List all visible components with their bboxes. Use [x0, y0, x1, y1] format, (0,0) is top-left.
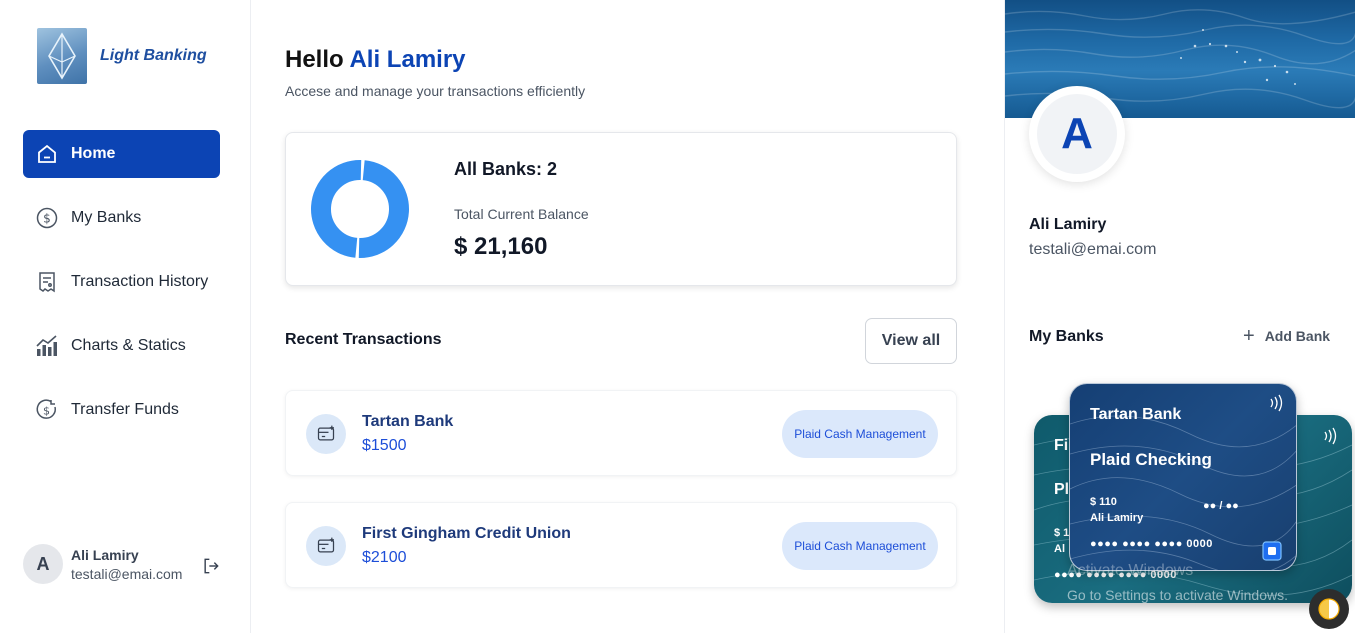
theme-toggle-button[interactable]: [1309, 589, 1349, 629]
transaction-bank-name: Tartan Bank: [362, 413, 454, 430]
profile-email: testali@emai.com: [1029, 241, 1157, 258]
transaction-amount: $2100: [362, 549, 407, 566]
card-balance: $ 110: [1090, 496, 1117, 508]
contactless-icon: [1270, 394, 1283, 412]
windows-watermark-title: Activate Windows: [1067, 562, 1194, 579]
svg-text:$: $: [43, 212, 51, 226]
transaction-row[interactable]: First Gingham Credit Union $2100 Plaid C…: [285, 502, 957, 588]
recent-transactions-title: Recent Transactions: [285, 331, 442, 348]
sidebar-item-label: Transfer Funds: [71, 401, 179, 418]
greeting-word: Hello: [285, 46, 344, 73]
dollar-circle-icon: $: [35, 206, 59, 230]
sidebar-item-label: My Banks: [71, 209, 142, 226]
transaction-amount: $1500: [362, 437, 407, 454]
balance-value: $ 21,160: [454, 233, 548, 260]
transaction-category-badge: Plaid Cash Management: [782, 410, 938, 458]
card-number: ●●●● ●●●● ●●●● 0000: [1090, 538, 1213, 550]
card-transaction-icon: [306, 414, 346, 454]
transfer-icon: $: [35, 398, 59, 422]
donut-slice-1: [311, 160, 362, 258]
home-icon: [35, 142, 59, 166]
svg-text:$: $: [43, 405, 50, 418]
balance-donut-chart: [311, 160, 409, 258]
profile-name: Ali Lamiry: [1029, 216, 1107, 233]
card-chip-icon: [1262, 541, 1282, 561]
card-holder: Ali Lamiry: [1090, 512, 1144, 524]
card-expiry: ●● / ●●: [1203, 500, 1239, 512]
greeting-user-name: Ali Lamiry: [349, 46, 466, 73]
back-card-bank: Fi: [1054, 437, 1069, 454]
sidebar: Light Banking Home $ My Banks Transactio…: [0, 0, 251, 633]
sidebar-item-charts[interactable]: Charts & Statics: [23, 322, 220, 370]
transaction-bank-name: First Gingham Credit Union: [362, 525, 571, 542]
sidebar-item-home[interactable]: Home: [23, 130, 220, 178]
sidebar-item-my-banks[interactable]: $ My Banks: [23, 194, 220, 242]
sidebar-item-label: Transaction History: [71, 273, 209, 290]
my-banks-title: My Banks: [1029, 328, 1104, 345]
plus-icon: +: [1243, 325, 1255, 347]
banks-count: All Banks: 2: [454, 159, 558, 179]
sidebar-item-label: Charts & Statics: [71, 337, 186, 354]
brand[interactable]: Light Banking: [37, 28, 207, 84]
brand-logo-icon: [37, 28, 87, 84]
main-content: Hello Ali Lamiry Accese and manage your …: [252, 0, 1004, 633]
total-balance-card: All Banks: 2 Total Current Balance $ 21,…: [285, 132, 957, 286]
page-title: Hello Ali Lamiry: [285, 46, 466, 74]
profile-panel: A Ali Lamiry testali@emai.com My Banks +…: [1004, 0, 1355, 633]
add-bank-button[interactable]: + Add Bank: [1243, 325, 1331, 347]
transaction-row[interactable]: Tartan Bank $1500 Plaid Cash Management: [285, 390, 957, 476]
transaction-category-badge: Plaid Cash Management: [782, 522, 938, 570]
back-card-balance: $ 1: [1054, 527, 1070, 539]
back-card-account: Pl: [1054, 481, 1070, 498]
add-bank-label: Add Bank: [1264, 328, 1331, 344]
sidebar-nav: Home $ My Banks Transaction History Char…: [23, 130, 220, 450]
sidebar-user-email: testali@emai.com: [71, 565, 183, 582]
card-transaction-icon: [306, 526, 346, 566]
bank-card-front[interactable]: Tartan Bank Plaid Checking $ 110 Ali Lam…: [1069, 383, 1297, 571]
sidebar-user: A Ali Lamiry testali@emai.com: [23, 544, 233, 584]
sidebar-user-name: Ali Lamiry: [71, 546, 139, 563]
windows-watermark-text: Go to Settings to activate Windows.: [1067, 587, 1288, 603]
back-card-holder: Al: [1054, 543, 1065, 555]
avatar[interactable]: A: [23, 544, 63, 584]
receipt-icon: [35, 270, 59, 294]
half-moon-icon: [1318, 598, 1340, 620]
sidebar-item-transaction-history[interactable]: Transaction History: [23, 258, 220, 306]
profile-avatar[interactable]: A: [1029, 86, 1125, 182]
sidebar-item-label: Home: [71, 145, 116, 162]
card-bank-name: Tartan Bank: [1090, 406, 1182, 423]
sidebar-item-transfer-funds[interactable]: $ Transfer Funds: [23, 386, 220, 434]
card-account-name: Plaid Checking: [1090, 450, 1212, 469]
contactless-icon: [1324, 427, 1337, 445]
balance-label: Total Current Balance: [454, 206, 589, 222]
page-subtitle: Accese and manage your transactions effi…: [285, 83, 586, 99]
view-all-button[interactable]: View all: [865, 318, 957, 364]
profile-avatar-initial: A: [1037, 94, 1117, 174]
donut-slice-0: [358, 160, 409, 258]
brand-name: Light Banking: [100, 47, 207, 64]
logout-icon[interactable]: [201, 556, 221, 576]
chart-icon: [35, 334, 59, 358]
